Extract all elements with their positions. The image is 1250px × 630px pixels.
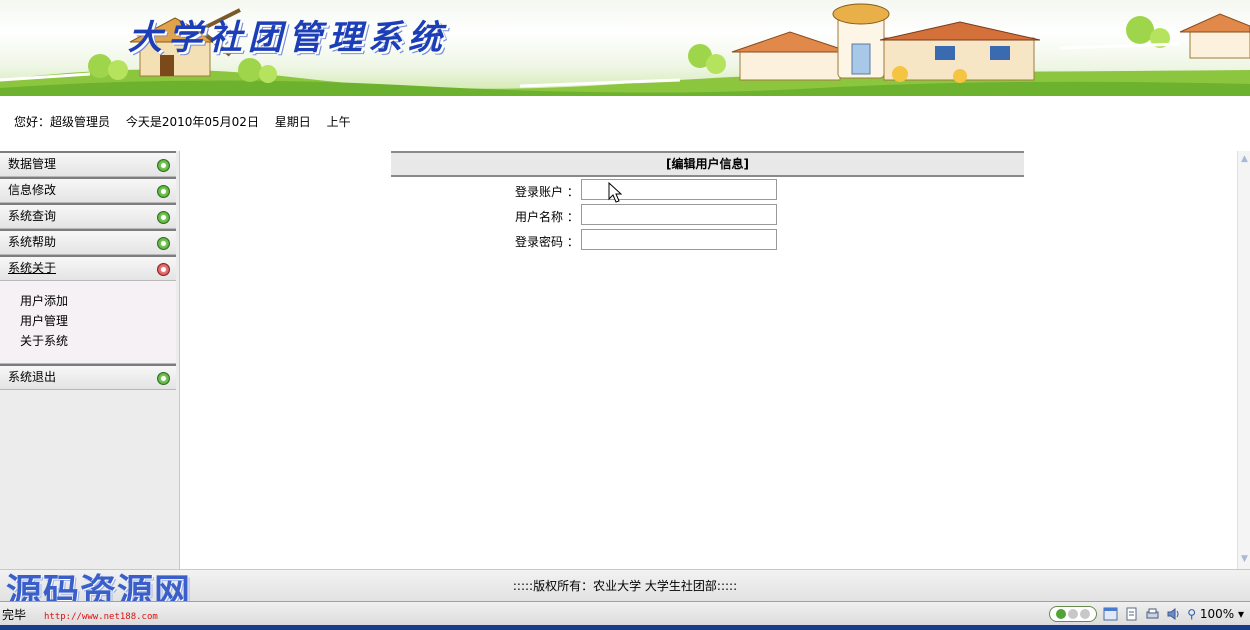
menu-system-query[interactable]: 系统查询 xyxy=(0,203,176,229)
menu-system-about[interactable]: 系统关于 xyxy=(0,255,176,281)
menu-label: 系统关于 xyxy=(8,261,57,275)
printer-icon[interactable] xyxy=(1145,607,1160,621)
current-user: 超级管理员 xyxy=(50,115,111,129)
menu-system-exit[interactable]: 系统退出 xyxy=(0,364,176,390)
scroll-down-icon[interactable]: ▼ xyxy=(1238,553,1250,566)
main-content: [编辑用户信息] 登录账户 ： 用户名称 ： 登录密码 ： xyxy=(181,151,1237,569)
taskbar-edge xyxy=(0,625,1250,630)
status-right-group: ⚲ 100% ▾ xyxy=(1049,605,1244,623)
collapse-circle-icon[interactable] xyxy=(157,263,170,276)
menu-label: 系统查询 xyxy=(8,209,57,223)
zoom-icon: ⚲ xyxy=(1187,607,1197,621)
sidebar: 数据管理 信息修改 系统查询 系统帮助 系统关于 用户添加 用户管理 关于系统 … xyxy=(0,151,180,569)
menu-label: 系统帮助 xyxy=(8,235,57,249)
menu-label: 信息修改 xyxy=(8,183,57,197)
username-input[interactable] xyxy=(581,204,777,225)
expand-circle-icon[interactable] xyxy=(157,237,170,250)
current-weekday: 星期日 xyxy=(274,115,311,129)
popup-icon[interactable] xyxy=(1103,607,1118,621)
greeting-line: 您好：超级管理员 今天是2010年05月02日 星期日 上午 xyxy=(14,113,351,130)
mouse-cursor-icon xyxy=(608,182,622,203)
vertical-scrollbar[interactable]: ▲ ▼ xyxy=(1237,151,1250,569)
watermark-url: http://www.net188.com xyxy=(44,612,158,622)
header-banner: 大学社团管理系统 xyxy=(0,0,1250,96)
status-text: 完毕 xyxy=(2,608,27,622)
expand-circle-icon[interactable] xyxy=(157,159,170,172)
scroll-up-icon[interactable]: ▲ xyxy=(1238,153,1250,166)
menu-label: 系统退出 xyxy=(8,370,57,384)
expand-circle-icon[interactable] xyxy=(157,185,170,198)
expand-circle-icon[interactable] xyxy=(157,372,170,385)
greeting-prefix: 您好： xyxy=(14,115,51,129)
browser-status-bar: 完毕 http://www.net188.com ⚲ 100% ▾ xyxy=(0,601,1250,625)
speaker-icon[interactable] xyxy=(1166,607,1181,621)
system-title: 大学社团管理系统 xyxy=(128,18,448,58)
submenu-item-about-system[interactable]: 关于系统 xyxy=(20,331,176,351)
current-period: 上午 xyxy=(326,115,351,129)
document-icon[interactable] xyxy=(1124,607,1139,621)
submenu-system-about: 用户添加 用户管理 关于系统 xyxy=(0,281,176,364)
expand-circle-icon[interactable] xyxy=(157,211,170,224)
menu-system-help[interactable]: 系统帮助 xyxy=(0,229,176,255)
submenu-item-add-user[interactable]: 用户添加 xyxy=(20,291,176,311)
copyright-text: :::::版权所有：农业大学 大学生社团部::::: xyxy=(512,579,738,593)
form-title: [编辑用户信息] xyxy=(391,151,1024,177)
menu-label: 数据管理 xyxy=(8,157,57,171)
submenu-item-manage-users[interactable]: 用户管理 xyxy=(20,311,176,331)
zoom-control[interactable]: ⚲ 100% ▾ xyxy=(1187,607,1244,621)
security-icon[interactable] xyxy=(1049,606,1098,622)
current-date: 今天是2010年05月02日 xyxy=(125,115,259,129)
menu-data-management[interactable]: 数据管理 xyxy=(0,151,176,177)
password-input[interactable] xyxy=(581,229,777,250)
menu-info-edit[interactable]: 信息修改 xyxy=(0,177,176,203)
zoom-level: 100% xyxy=(1199,607,1235,621)
